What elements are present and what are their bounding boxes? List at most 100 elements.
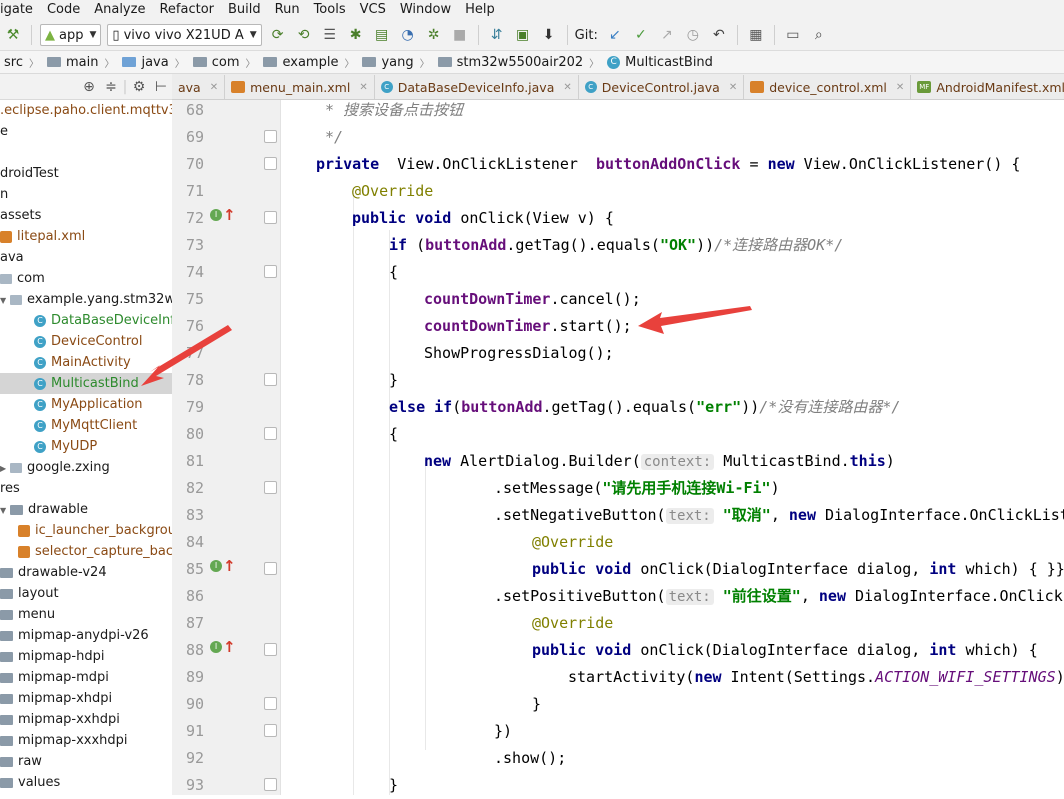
close-icon[interactable]: ✕ <box>729 82 737 93</box>
fold-marker-icon[interactable] <box>264 130 277 143</box>
device-selector[interactable]: ▯ vivo vivo X21UD A ▼ <box>107 24 262 46</box>
fold-marker-icon[interactable] <box>264 697 277 710</box>
locate-icon[interactable]: ⊕ <box>78 79 100 95</box>
tab-java-partial[interactable]: ava ✕ <box>172 75 226 99</box>
tree-item[interactable]: droidTest <box>0 163 172 184</box>
fold-marker-icon[interactable] <box>264 265 277 278</box>
close-icon[interactable]: ✕ <box>896 82 904 93</box>
sync-gradle-icon[interactable]: ⇵ <box>486 24 508 46</box>
implements-marker[interactable]: I ↑ <box>210 559 236 574</box>
tree-item[interactable]: mipmap-hdpi <box>0 646 172 667</box>
tree-item[interactable]: C MyMqttClient <box>0 415 172 436</box>
tab-android-manifest[interactable]: MFAndroidManifest.xml✕ <box>911 75 1064 99</box>
breadcrumb-item[interactable]: com 〉 <box>189 55 260 70</box>
hide-panel-icon[interactable]: ⊢ <box>150 79 172 95</box>
tree-item[interactable]: layout <box>0 583 172 604</box>
menu-refactor[interactable]: Refactor <box>152 0 221 20</box>
chevron-right-icon[interactable]: ▶ <box>0 458 10 479</box>
breadcrumb-item[interactable]: main 〉 <box>43 55 118 70</box>
fold-marker-icon[interactable] <box>264 427 277 440</box>
tree-item[interactable]: res <box>0 478 172 499</box>
breadcrumb-item[interactable]: yang 〉 <box>358 55 433 70</box>
coverage-icon[interactable]: ▤ <box>371 24 393 46</box>
tree-item[interactable]: selector_capture_back.x <box>0 541 172 562</box>
sdk-manager-icon[interactable]: ⬇ <box>538 24 560 46</box>
profile-icon[interactable]: ◔ <box>397 24 419 46</box>
fold-marker-icon[interactable] <box>264 481 277 494</box>
tree-item[interactable]: n <box>0 184 172 205</box>
tree-item-selected[interactable]: C MulticastBind <box>0 373 172 394</box>
tree-item[interactable]: .eclipse.paho.client.mqttv3-1.2 <box>0 100 172 121</box>
apply-changes-icon[interactable]: ⟳ <box>267 24 289 46</box>
fold-marker-icon[interactable] <box>264 562 277 575</box>
tab-menu-main-xml[interactable]: menu_main.xml ✕ <box>225 75 375 99</box>
breadcrumb-item[interactable]: src 〉 <box>0 55 43 70</box>
tree-item[interactable]: raw <box>0 751 172 772</box>
git-history-icon[interactable]: ◷ <box>682 24 704 46</box>
tree-item[interactable]: mipmap-xxhdpi <box>0 709 172 730</box>
gear-icon[interactable]: ⚙ <box>128 79 150 95</box>
implements-marker[interactable]: I ↑ <box>210 208 236 223</box>
attach-debugger-icon[interactable]: ✲ <box>423 24 445 46</box>
list-icon[interactable]: ☰ <box>319 24 341 46</box>
menu-tools[interactable]: Tools <box>307 0 353 20</box>
menu-build[interactable]: Build <box>221 0 268 20</box>
stop-icon[interactable]: ■ <box>449 24 471 46</box>
breadcrumb-item[interactable]: java 〉 <box>118 55 188 70</box>
git-rollback-icon[interactable]: ↶ <box>708 24 730 46</box>
tree-item[interactable]: C MainActivity <box>0 352 172 373</box>
implements-marker[interactable]: I ↑ <box>210 640 236 655</box>
git-commit-icon[interactable]: ✓ <box>630 24 652 46</box>
fold-marker-icon[interactable] <box>264 157 277 170</box>
debug-icon[interactable]: ✱ <box>345 24 367 46</box>
build-hammer-icon[interactable]: ⚒ <box>2 24 24 46</box>
terminal-icon[interactable]: ▭ <box>782 24 804 46</box>
tree-item[interactable]: mipmap-xhdpi <box>0 688 172 709</box>
fold-marker-icon[interactable] <box>264 373 277 386</box>
menu-window[interactable]: Window <box>393 0 458 20</box>
menu-run[interactable]: Run <box>268 0 307 20</box>
tree-item[interactable]: menu <box>0 604 172 625</box>
close-icon[interactable]: ✕ <box>563 82 571 93</box>
tree-item[interactable]: e <box>0 121 172 142</box>
menu-code[interactable]: Code <box>40 0 87 20</box>
tree-item[interactable]: ic_launcher_background <box>0 520 172 541</box>
tree-item[interactable]: ava <box>0 247 172 268</box>
fold-marker-icon[interactable] <box>264 211 277 224</box>
tab-device-control[interactable]: C DeviceControl.java ✕ <box>579 75 745 99</box>
avd-manager-icon[interactable]: ▣ <box>512 24 534 46</box>
tree-item[interactable]: C MyApplication <box>0 394 172 415</box>
module-selector[interactable]: ▲ app ▼ <box>40 24 102 46</box>
menu-analyze[interactable]: Analyze <box>87 0 152 20</box>
fold-marker-icon[interactable] <box>264 643 277 656</box>
breadcrumb-item[interactable]: example 〉 <box>259 55 358 70</box>
git-push-icon[interactable]: ↗ <box>656 24 678 46</box>
tree-item[interactable]: C DeviceControl <box>0 331 172 352</box>
search-icon[interactable]: ⌕ <box>808 24 830 46</box>
project-structure-icon[interactable]: ▦ <box>745 24 767 46</box>
menu-help[interactable]: Help <box>458 0 502 20</box>
tree-item[interactable]: ▶ google.zxing <box>0 457 172 478</box>
fold-marker-icon[interactable] <box>264 724 277 737</box>
menu-navigate[interactable]: igate <box>0 0 40 20</box>
tab-database-device-info[interactable]: C DataBaseDeviceInfo.java ✕ <box>375 75 579 99</box>
tree-item[interactable]: C MyUDP <box>0 436 172 457</box>
git-update-icon[interactable]: ↙ <box>604 24 626 46</box>
breadcrumb-item[interactable]: stm32w5500air202 〉 <box>434 55 604 70</box>
close-icon[interactable]: ✕ <box>359 82 367 93</box>
chevron-down-icon[interactable]: ▼ <box>0 500 10 521</box>
tree-item[interactable]: ▼ example.yang.stm32w55 <box>0 289 172 310</box>
code-editor[interactable]: * 搜索设备点击按钮 */ private View.OnClickListen… <box>281 100 1064 795</box>
tab-device-control-xml[interactable]: device_control.xml ✕ <box>744 75 912 99</box>
tree-item[interactable]: mipmap-mdpi <box>0 667 172 688</box>
tree-item[interactable]: mipmap-anydpi-v26 <box>0 625 172 646</box>
tree-item[interactable]: mipmap-xxxhdpi <box>0 730 172 751</box>
menu-vcs[interactable]: VCS <box>353 0 393 20</box>
tree-item[interactable]: litepal.xml <box>0 226 172 247</box>
tree-item[interactable]: com <box>0 268 172 289</box>
tree-item[interactable]: C DataBaseDeviceInfo <box>0 310 172 331</box>
close-icon[interactable]: ✕ <box>210 82 218 93</box>
tree-item[interactable] <box>0 142 172 163</box>
tree-item[interactable]: drawable-v24 <box>0 562 172 583</box>
apply-code-changes-icon[interactable]: ⟲ <box>293 24 315 46</box>
